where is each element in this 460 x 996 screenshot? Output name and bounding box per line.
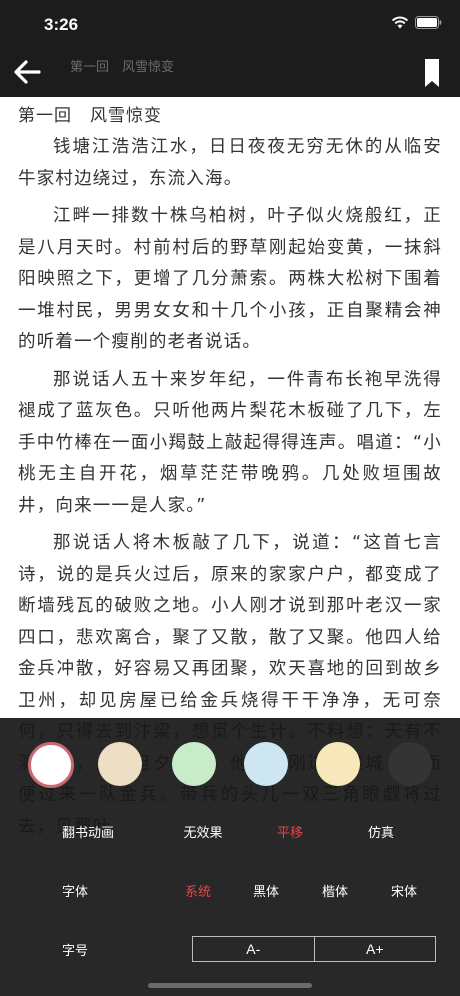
arrow-left-icon	[14, 60, 41, 84]
font-size-decrease-button[interactable]: A-	[193, 937, 314, 961]
font-option-songti[interactable]: 宋体	[391, 881, 417, 900]
font-size-increase-button[interactable]: A+	[313, 937, 436, 961]
paragraph: 江畔一排数十株乌柏树，叶子似火烧般红，正是八月天时。村前村后的野草刚起始变黄，一…	[18, 206, 442, 352]
background-swatch-dark[interactable]	[388, 742, 432, 786]
font-size-control: A- A+	[192, 936, 436, 962]
paragraph: 那说话人五十来岁年纪，一件青布长袍早洗得褪成了蓝灰色。只听他两片梨花木板碰了几下…	[18, 369, 442, 516]
paragraph: 钱塘江浩浩江水，日日夜夜无穷无休的从临安牛家村边绕过，东流入海。	[18, 137, 442, 189]
font-size-label: 字号	[62, 944, 89, 959]
bookmark-icon	[425, 59, 439, 87]
status-time: 3:26	[44, 15, 79, 34]
background-swatch-blue[interactable]	[244, 742, 288, 786]
back-button[interactable]	[12, 58, 42, 86]
page-turn-option-curl[interactable]: 仿真	[368, 822, 394, 841]
reader-settings-panel: 翻书动画 无效果 平移 仿真 字体 系统 黑体 楷体 宋体 字号 A- A+	[0, 718, 460, 996]
font-option-heiti[interactable]: 黑体	[253, 881, 279, 900]
reader-top-bar: 第一回 风雪惊变	[0, 44, 460, 97]
battery-icon	[415, 16, 442, 29]
bookmark-button[interactable]	[424, 58, 440, 88]
page-turn-option-slide[interactable]: 平移	[277, 822, 303, 841]
chapter-title: 第一回 风雪惊变	[18, 106, 162, 126]
home-indicator	[148, 983, 312, 988]
background-swatch-white[interactable]	[28, 742, 74, 788]
status-icons	[391, 16, 442, 29]
status-bar: 3:26	[0, 0, 460, 44]
wifi-icon	[391, 16, 409, 29]
background-swatch-yellow[interactable]	[316, 742, 360, 786]
header-chapter-title: 第一回 风雪惊变	[70, 60, 175, 75]
background-swatch-green[interactable]	[172, 742, 216, 786]
page-turn-option-none[interactable]: 无效果	[183, 822, 222, 841]
background-color-picker	[0, 742, 460, 792]
background-swatch-beige[interactable]	[98, 742, 142, 786]
font-label: 字体	[61, 885, 89, 900]
page-turn-label: 翻书动画	[61, 826, 115, 841]
font-option-kaiti[interactable]: 楷体	[322, 881, 348, 900]
font-option-system[interactable]: 系统	[185, 881, 211, 900]
